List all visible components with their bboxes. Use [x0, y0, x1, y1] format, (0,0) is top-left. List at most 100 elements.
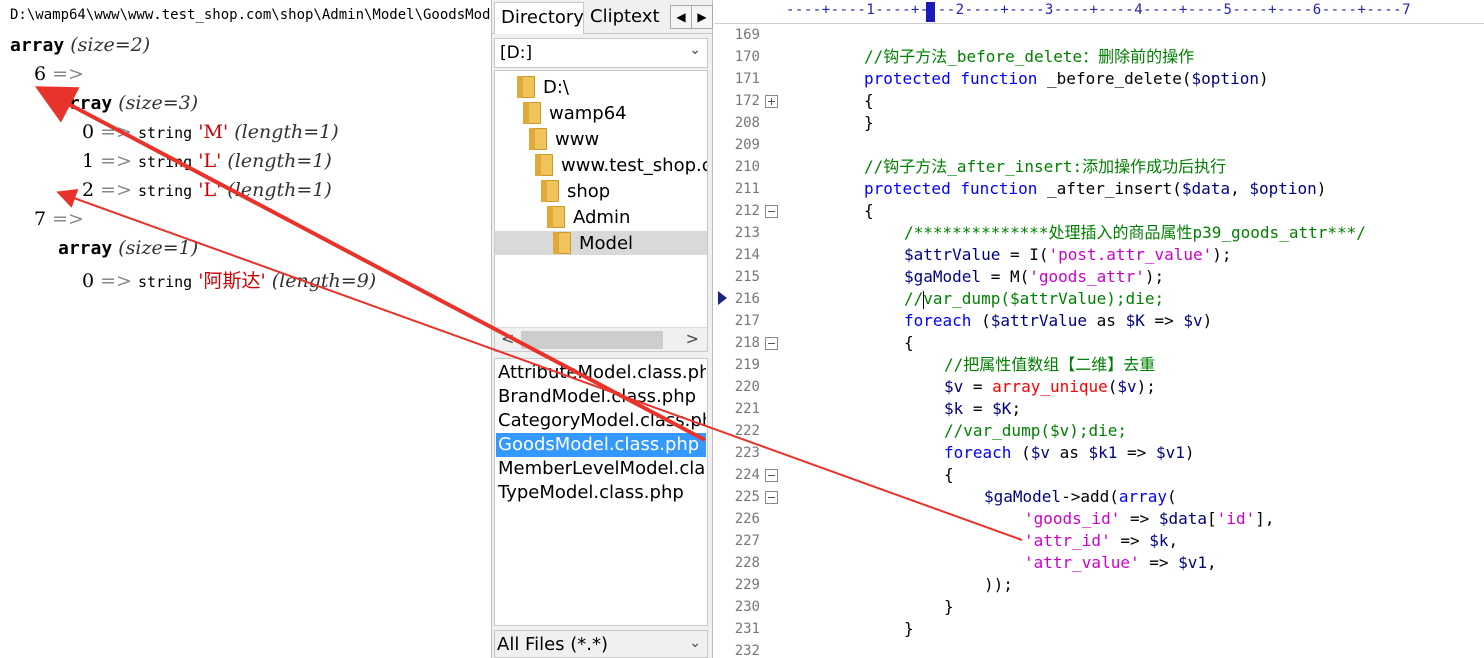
folder-tree[interactable]: D:\ wamp64 www www.test_shop.com shop Ad… [494, 70, 708, 352]
line-number: 232 [734, 643, 760, 658]
file-item[interactable]: MemberLevelModel.class.php [496, 457, 706, 481]
line-number: 212 [734, 203, 760, 219]
tab-cliptext[interactable]: Cliptext [584, 2, 670, 34]
line-number: 230 [734, 599, 760, 615]
code-line: { [864, 201, 874, 220]
dump-line: 7 => [34, 208, 84, 230]
tree-item[interactable]: shop [541, 179, 610, 203]
tree-item[interactable]: www.test_shop.com [535, 153, 707, 177]
file-list[interactable]: AttributeModel.class.php BrandModel.clas… [494, 358, 708, 626]
dump-line: 1 => string 'L' (length=1) [82, 150, 332, 172]
line-number: 217 [734, 313, 760, 329]
code-line: )); [984, 575, 1013, 594]
fold-collapse-icon[interactable] [765, 491, 778, 504]
scroll-left-icon[interactable]: < [501, 329, 514, 348]
line-number: 169 [734, 27, 760, 43]
line-number: 224 [734, 467, 760, 483]
tree-item[interactable]: Admin [547, 205, 630, 229]
file-explorer-panel: Directory Cliptext ◀ ▶ [D:] ⌄ D:\ wamp64… [491, 0, 713, 658]
code-line: } [864, 113, 874, 132]
code-line: } [904, 619, 914, 638]
tab-scroll-right-button[interactable]: ▶ [691, 5, 713, 29]
code-line: 'attr_value' => $v1, [1024, 553, 1217, 572]
file-item[interactable]: BrandModel.class.php [496, 385, 706, 409]
code-line: foreach ($v as $k1 => $v1) [944, 443, 1195, 462]
line-number: 171 [734, 71, 760, 87]
line-number: 170 [734, 49, 760, 65]
file-item[interactable]: TypeModel.class.php [496, 481, 706, 505]
code-line: 'attr_id' => $k, [1024, 531, 1179, 550]
column-ruler: ----+----1----+----2----+----3----+----4… [714, 0, 1484, 24]
dump-line: array (size=1) [58, 237, 199, 259]
dump-line: array (size=2) [10, 34, 151, 56]
code-line: //钩子方法_before_delete：删除前的操作 [864, 47, 1195, 66]
file-item[interactable]: CategoryModel.class.php [496, 409, 706, 433]
scrollbar-thumb[interactable] [521, 331, 663, 349]
bookmark-marker-icon [718, 291, 727, 305]
code-line: protected function _before_delete($optio… [864, 69, 1269, 88]
code-line: foreach ($attrValue as $K => $v) [904, 311, 1213, 330]
line-number: 172 [734, 93, 760, 109]
code-line: //钩子方法_after_insert:添加操作成功后执行 [864, 157, 1227, 176]
code-line: { [864, 91, 874, 110]
fold-collapse-icon[interactable] [765, 205, 778, 218]
folder-icon [529, 128, 547, 150]
chevron-down-icon: ⌄ [689, 635, 701, 651]
code-area[interactable]: //钩子方法_before_delete：删除前的操作 protected fu… [786, 24, 1484, 658]
file-filter-value: All Files (*.*) [497, 634, 609, 655]
line-number: 215 [734, 269, 760, 285]
ruler-cursor-marker [926, 2, 935, 22]
dump-line: array (size=3) [58, 92, 199, 114]
line-number: 208 [734, 115, 760, 131]
code-line: { [904, 333, 914, 352]
code-line: protected function _after_insert($data, … [864, 179, 1327, 198]
dump-line: 2 => string 'L' (length=1) [82, 179, 332, 201]
line-number: 209 [734, 137, 760, 153]
var-dump-output: D:\wamp64\www\www.test_shop.com\shop\Adm… [0, 0, 491, 658]
code-line: $attrValue = I('post.attr_value'); [904, 245, 1232, 264]
code-line: /**************处理插入的商品属性p39_goods_attr**… [904, 223, 1366, 242]
line-number: 222 [734, 423, 760, 439]
code-line: //var_dump($v);die; [944, 421, 1128, 440]
dump-line: 0 => string '阿斯达' (length=9) [82, 270, 377, 292]
file-item[interactable]: AttributeModel.class.php [496, 361, 706, 385]
code-editor[interactable]: ----+----1----+----2----+----3----+----4… [714, 0, 1484, 658]
dump-line: 0 => string 'M' (length=1) [82, 121, 339, 143]
dump-file-path: D:\wamp64\www\www.test_shop.com\shop\Adm… [10, 7, 491, 23]
code-line: $v = array_unique($v); [944, 377, 1156, 396]
scroll-right-icon[interactable]: > [686, 329, 699, 348]
code-line: $gaModel->add(array( [984, 487, 1177, 506]
folder-icon [523, 102, 541, 124]
line-number: 211 [734, 181, 760, 197]
drive-select[interactable]: [D:] ⌄ [494, 38, 708, 68]
tree-item[interactable]: wamp64 [523, 101, 627, 125]
line-number: 220 [734, 379, 760, 395]
line-number: 218 [734, 335, 760, 351]
file-filter-select[interactable]: All Files (*.*) ⌄ [494, 630, 708, 658]
line-number: 223 [734, 445, 760, 461]
folder-icon [547, 206, 565, 228]
fold-expand-icon[interactable] [765, 95, 778, 108]
file-item-selected[interactable]: GoodsModel.class.php [496, 433, 706, 457]
line-number: 227 [734, 533, 760, 549]
line-number: 221 [734, 401, 760, 417]
tree-horizontal-scrollbar[interactable]: < > [495, 327, 707, 351]
code-line-current: //var_dump($attrValue);die; [904, 289, 1165, 309]
code-line: //把属性值数组【二维】去重 [944, 355, 1156, 374]
folder-open-icon [553, 232, 571, 254]
tab-scroll-left-button[interactable]: ◀ [670, 5, 692, 29]
folder-icon [541, 180, 559, 202]
folder-icon [535, 154, 553, 176]
line-number: 213 [734, 225, 760, 241]
tab-directory[interactable]: Directory [494, 2, 584, 34]
line-number: 225 [734, 489, 760, 505]
fold-collapse-icon[interactable] [765, 469, 778, 482]
tree-item[interactable]: D:\ [517, 75, 569, 99]
line-number: 219 [734, 357, 760, 373]
fold-collapse-icon[interactable] [765, 337, 778, 350]
line-number: 231 [734, 621, 760, 637]
folder-icon [517, 76, 535, 98]
tree-item-selected[interactable]: Model [495, 231, 707, 255]
line-number: 214 [734, 247, 760, 263]
tree-item[interactable]: www [529, 127, 599, 151]
